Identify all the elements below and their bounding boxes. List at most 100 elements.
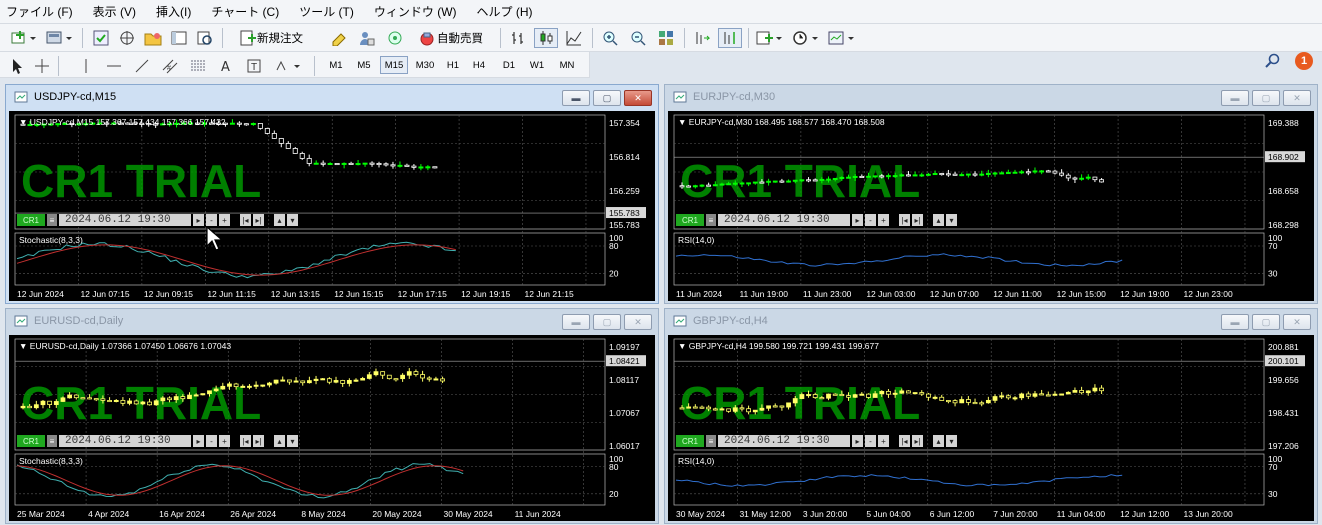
menu-insert[interactable]: 挿入(I) — [156, 3, 191, 20]
horizontal-line-tool-icon[interactable] — [104, 56, 124, 76]
step-plus-button[interactable]: + — [878, 214, 889, 226]
data-window-icon[interactable] — [116, 28, 138, 48]
strategy-tester-icon[interactable] — [194, 28, 216, 48]
auto-trading-button[interactable]: 自動売買 — [410, 28, 492, 48]
cr1-settings-button[interactable]: ≡ — [47, 435, 57, 447]
maximize-button[interactable]: ▢ — [593, 90, 621, 106]
jump-start-button[interactable]: |◂ — [899, 435, 910, 447]
cr1-settings-button[interactable]: ≡ — [706, 435, 716, 447]
maximize-button[interactable]: ▢ — [593, 314, 621, 330]
cr1-button[interactable]: CR1 — [17, 214, 45, 226]
cr1-datetime-field[interactable]: 2024.06.12 19:30 — [718, 435, 850, 447]
chart-shift-icon[interactable] — [718, 28, 742, 48]
tile-windows-icon[interactable] — [654, 28, 678, 48]
cr1-button[interactable]: CR1 — [676, 435, 704, 447]
terminal-icon[interactable] — [168, 28, 190, 48]
step-plus-button[interactable]: + — [878, 435, 889, 447]
timeframe-d1[interactable]: D1 — [498, 56, 520, 74]
cr1-datetime-field[interactable]: 2024.06.12 19:30 — [59, 214, 191, 226]
timeframe-h4[interactable]: H4 — [468, 56, 490, 74]
fibonacci-tool-icon[interactable] — [188, 56, 208, 76]
candlestick-chart-icon[interactable] — [534, 28, 558, 48]
scroll-down-button[interactable]: ▾ — [946, 214, 957, 226]
indicators-button[interactable] — [754, 28, 786, 48]
step-minus-button[interactable]: - — [865, 214, 876, 226]
scroll-down-button[interactable]: ▾ — [287, 214, 298, 226]
cr1-settings-button[interactable]: ≡ — [706, 214, 716, 226]
menu-tools[interactable]: ツール (T) — [299, 3, 354, 20]
cr1-datetime-field[interactable]: 2024.06.12 19:30 — [59, 435, 191, 447]
menu-window[interactable]: ウィンドウ (W) — [374, 3, 457, 20]
zoom-in-icon[interactable] — [598, 28, 622, 48]
timeframe-m1[interactable]: M1 — [324, 56, 348, 74]
crosshair-tool-icon[interactable] — [32, 56, 52, 76]
periods-button[interactable] — [790, 28, 822, 48]
notification-badge[interactable]: 1 — [1295, 52, 1313, 70]
scroll-up-button[interactable]: ▴ — [274, 435, 285, 447]
metaeditor-icon[interactable] — [328, 28, 350, 48]
minimize-button[interactable]: ▬ — [562, 314, 590, 330]
arrows-tool-button[interactable] — [272, 56, 306, 76]
minimize-button[interactable]: ▬ — [562, 90, 590, 106]
market-watch-icon[interactable] — [90, 28, 112, 48]
price-chart[interactable]: CR1 TRIAL ▼ USDJPY-cd,M15 157.367 157.434… — [9, 111, 655, 301]
navigator-icon[interactable] — [142, 28, 164, 48]
chart-window-eurjpy[interactable]: EURJPY-cd,M30 ▬ ▢ ✕ CR1 TRIAL ▼ EURJPY-cd,M30… — [664, 84, 1318, 304]
price-chart[interactable]: CR1 TRIAL ▼ EURUSD-cd,Daily 1.07366 1.074… — [9, 335, 655, 521]
timeframe-h1[interactable]: H1 — [442, 56, 464, 74]
bar-chart-icon[interactable] — [506, 28, 530, 48]
jump-end-button[interactable]: ▸| — [253, 214, 264, 226]
profiles-button[interactable] — [44, 28, 76, 48]
zoom-out-icon[interactable] — [626, 28, 650, 48]
price-chart[interactable]: CR1 TRIAL ▼ EURJPY-cd,M30 168.495 168.577… — [668, 111, 1314, 301]
line-chart-icon[interactable] — [562, 28, 586, 48]
scroll-down-button[interactable]: ▾ — [946, 435, 957, 447]
auto-scroll-icon[interactable] — [690, 28, 714, 48]
jump-start-button[interactable]: |◂ — [240, 214, 251, 226]
play-button[interactable]: ▸ — [193, 435, 204, 447]
chart-window-titlebar[interactable]: EURUSD-cd,Daily ▬ ▢ ✕ — [6, 309, 658, 333]
chart-window-gbpjpy[interactable]: GBPJPY-cd,H4 ▬ ▢ ✕ CR1 TRIAL ▼ GBPJPY-cd,H4 1… — [664, 308, 1318, 524]
play-button[interactable]: ▸ — [193, 214, 204, 226]
chart-window-usdjpy[interactable]: USDJPY-cd,M15 ▬ ▢ ✕ CR1 TRIAL ▼ USDJPY-cd,M15… — [5, 84, 659, 304]
maximize-button[interactable]: ▢ — [1252, 90, 1280, 106]
timeframe-m30[interactable]: M30 — [412, 56, 438, 74]
text-label-tool-icon[interactable]: T — [244, 56, 264, 76]
jump-start-button[interactable]: |◂ — [240, 435, 251, 447]
jump-start-button[interactable]: |◂ — [899, 214, 910, 226]
close-button[interactable]: ✕ — [1283, 314, 1311, 330]
step-minus-button[interactable]: - — [865, 435, 876, 447]
step-plus-button[interactable]: + — [219, 214, 230, 226]
menu-file[interactable]: ファイル (F) — [6, 3, 73, 20]
minimize-button[interactable]: ▬ — [1221, 314, 1249, 330]
close-button[interactable]: ✕ — [624, 90, 652, 106]
timeframe-m5[interactable]: M5 — [352, 56, 376, 74]
step-minus-button[interactable]: - — [206, 214, 217, 226]
maximize-button[interactable]: ▢ — [1252, 314, 1280, 330]
menu-help[interactable]: ヘルプ (H) — [477, 3, 533, 20]
jump-end-button[interactable]: ▸| — [912, 214, 923, 226]
community-icon[interactable] — [356, 28, 378, 48]
chart-window-titlebar[interactable]: EURJPY-cd,M30 ▬ ▢ ✕ — [665, 85, 1317, 109]
chart-window-eurusd[interactable]: EURUSD-cd,Daily ▬ ▢ ✕ CR1 TRIAL ▼ EURUSD-cd,D… — [5, 308, 659, 524]
cr1-datetime-field[interactable]: 2024.06.12 19:30 — [718, 214, 850, 226]
search-icon[interactable] — [1264, 52, 1282, 73]
templates-button[interactable] — [826, 28, 858, 48]
cursor-tool-icon[interactable] — [8, 56, 28, 76]
signals-icon[interactable] — [384, 28, 406, 48]
text-tool-icon[interactable]: A — [216, 56, 236, 76]
vertical-line-tool-icon[interactable] — [76, 56, 96, 76]
timeframe-mn[interactable]: MN — [554, 56, 580, 74]
price-chart[interactable]: CR1 TRIAL ▼ GBPJPY-cd,H4 199.580 199.721 … — [668, 335, 1314, 521]
timeframe-m15[interactable]: M15 — [380, 56, 408, 74]
cr1-button[interactable]: CR1 — [17, 435, 45, 447]
step-plus-button[interactable]: + — [219, 435, 230, 447]
play-button[interactable]: ▸ — [852, 214, 863, 226]
scroll-up-button[interactable]: ▴ — [274, 214, 285, 226]
equidistant-channel-tool-icon[interactable]: # — [160, 56, 180, 76]
chart-window-titlebar[interactable]: GBPJPY-cd,H4 ▬ ▢ ✕ — [665, 309, 1317, 333]
scroll-up-button[interactable]: ▴ — [933, 435, 944, 447]
menu-chart[interactable]: チャート (C) — [211, 3, 279, 20]
menu-view[interactable]: 表示 (V) — [93, 3, 136, 20]
minimize-button[interactable]: ▬ — [1221, 90, 1249, 106]
